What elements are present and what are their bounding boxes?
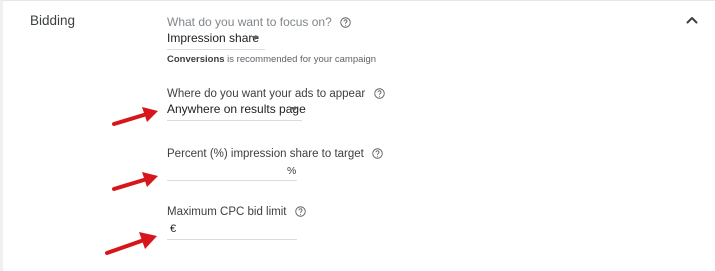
location-dropdown[interactable]: Anywhere on results page — [167, 99, 306, 121]
focus-hint-text: is recommended for your campaign — [224, 54, 377, 65]
focus-label: What do you want to focus on? — [167, 15, 332, 29]
location-dropdown-value: Anywhere on results page — [167, 102, 306, 116]
help-icon[interactable] — [295, 206, 306, 217]
focus-dropdown-value: Impression share — [167, 31, 260, 45]
focus-hint-bold: Conversions — [167, 54, 225, 65]
max-cpc-label: Maximum CPC bid limit — [167, 206, 287, 218]
help-icon[interactable] — [340, 17, 351, 28]
annotation-arrow-icon — [105, 232, 157, 255]
focus-hint: Conversions is recommended for your camp… — [167, 54, 376, 65]
currency-prefix: € — [170, 223, 177, 235]
focus-dropdown[interactable]: Impression share — [167, 28, 265, 50]
percent-input[interactable]: % — [167, 161, 297, 181]
bidding-panel: Bidding What do you want to focus on? Im… — [0, 0, 715, 271]
help-icon[interactable] — [372, 148, 384, 159]
chevron-up-icon[interactable] — [684, 12, 700, 28]
annotation-arrow-icon — [112, 172, 158, 191]
percent-label-row: Percent (%) impression share to target — [167, 144, 384, 162]
caret-down-icon — [251, 36, 259, 40]
max-cpc-input[interactable]: € — [167, 220, 297, 240]
caret-down-icon — [290, 107, 298, 111]
annotation-arrow-icon — [112, 107, 158, 126]
help-icon[interactable] — [373, 88, 385, 99]
percent-suffix: % — [287, 165, 297, 177]
percent-label: Percent (%) impression share to target — [167, 148, 364, 160]
section-title: Bidding — [30, 13, 76, 28]
max-cpc-label-row: Maximum CPC bid limit — [167, 202, 306, 220]
